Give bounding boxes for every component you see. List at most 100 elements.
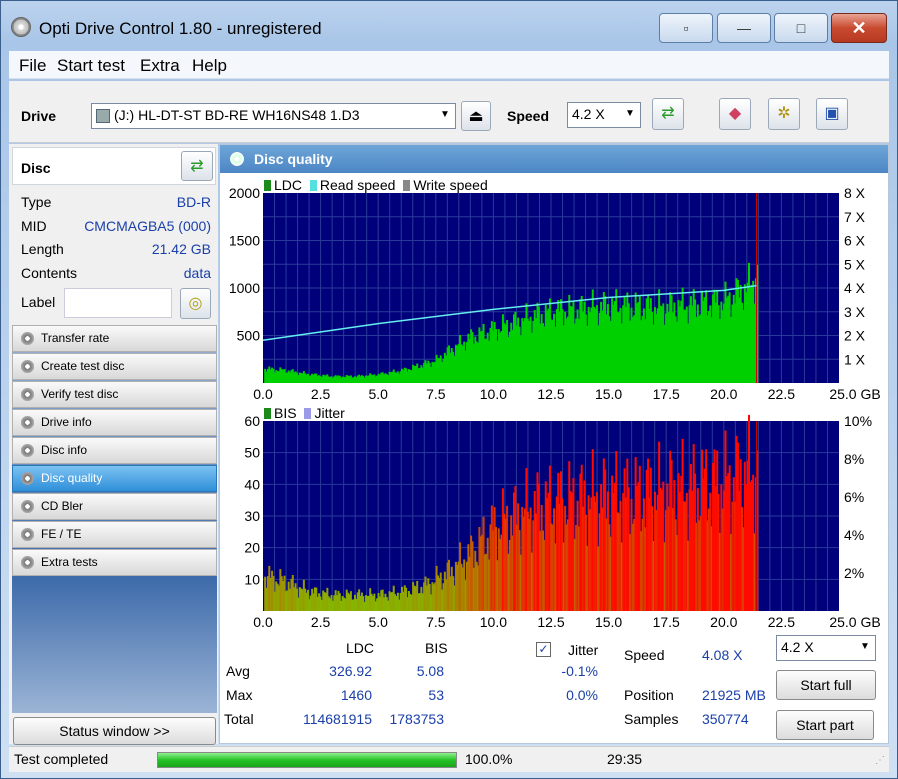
test-speed-value: 4.2 X (781, 639, 814, 655)
jitter-checkbox[interactable]: ✓ (536, 642, 551, 657)
speed-label: Speed (507, 108, 550, 124)
drive-select-value: (J:) HL-DT-ST BD-RE WH16NS48 1.D3 (114, 107, 360, 123)
disc-icon (21, 416, 34, 429)
y2-tick-label: 2 X (844, 328, 866, 344)
x-tick-label: 20.0 (710, 614, 737, 629)
save-button[interactable]: ▣ (816, 98, 848, 130)
stats-avg-bis: 5.08 (416, 663, 444, 679)
eject-button[interactable]: ⏏ (461, 101, 491, 131)
bis-chart: 0.0 2.5 5.0 7.5 10.0 12.5 15.0 17.5 20.0 22.5 25.0… (244, 413, 880, 629)
y-tick-label: 1500 (229, 233, 260, 249)
maximize-button[interactable]: □ (774, 13, 828, 43)
y-tick-label: 50 (244, 445, 260, 461)
disc-icon (21, 360, 34, 373)
info-row-contents: Contents data (21, 265, 211, 281)
disc-icon (21, 332, 34, 345)
x-tick-label: 20.0 (710, 386, 737, 401)
y2-tick-label: 8% (844, 451, 864, 467)
minimize-button[interactable]: — (717, 13, 771, 43)
drive-select[interactable]: (J:) HL-DT-ST BD-RE WH16NS48 1.D3 ▼ (91, 103, 456, 129)
close-button[interactable]: ✕ (831, 13, 887, 43)
nav-item-disc-info[interactable]: Disc info (12, 437, 217, 464)
progress-text: 100.0% (465, 751, 513, 767)
x-tick-label: 15.0 (595, 386, 622, 401)
y2-tick-label: 7 X (844, 209, 866, 225)
status-text: Test completed (14, 751, 109, 767)
stats-max-label: Max (226, 687, 253, 703)
nav-item-create-test-disc[interactable]: Create test disc (12, 353, 217, 380)
x-tick-label: 12.5 (537, 614, 564, 629)
start-full-button[interactable]: Start full (776, 670, 876, 700)
nav-item-disc-quality[interactable]: Disc quality (12, 465, 217, 492)
stats-avg-jitter: -0.1% (561, 663, 598, 679)
disc-label-button[interactable]: ◎ (180, 288, 211, 319)
label-input[interactable] (64, 288, 172, 318)
nav-item-transfer-rate[interactable]: Transfer rate (12, 325, 217, 352)
nav-item-verify-test-disc[interactable]: Verify test disc (12, 381, 217, 408)
nav-item-fe-te[interactable]: FE / TE (12, 521, 217, 548)
disc-app-icon (11, 17, 31, 37)
info-row-mid: MID CMCMAGBA5 (000) (21, 218, 211, 234)
y-tick-label: 500 (237, 328, 261, 344)
position-label: Position (624, 687, 674, 703)
disc-icon (21, 388, 34, 401)
stats-max-ldc: 1460 (340, 687, 372, 703)
disc-icon (21, 528, 34, 541)
nav-item-extra-tests[interactable]: Extra tests (12, 549, 217, 576)
progress-bar (157, 752, 457, 768)
ldc-chart: 0.0 2.5 5.0 7.5 10.0 12.5 15.0 17.5 20.0 22.5 25.0… (229, 185, 881, 401)
x-tick-label: 10.0 (480, 386, 507, 401)
x-tick-label: 15.0 (595, 614, 622, 629)
y2-tick-label: 6 X (844, 233, 866, 249)
position-value: 21925 MB (702, 687, 766, 703)
samples-label: Samples (624, 711, 679, 727)
y2-tick-label: 1 X (844, 351, 866, 367)
stats-header-bis: BIS (425, 640, 448, 656)
stats-header-ldc: LDC (346, 640, 375, 656)
test-speed-select[interactable]: 4.2 X ▼ (776, 635, 876, 661)
erase-button[interactable]: ◆ (719, 98, 751, 130)
disc-quality-icon (230, 152, 244, 166)
chevron-down-icon: ▼ (625, 108, 635, 119)
menu-file[interactable]: File (19, 56, 46, 76)
x-tick-label: 10.0 (480, 614, 507, 629)
y-tick-label: 40 (244, 476, 260, 492)
y2-tick-label: 10% (844, 413, 872, 429)
disc-header: Disc ⇄ (12, 147, 216, 185)
y2-tick-label: 8 X (844, 185, 866, 201)
start-part-button[interactable]: Start part (776, 710, 874, 740)
nav-item-drive-info[interactable]: Drive info (12, 409, 217, 436)
disc-icon (21, 444, 34, 457)
nav-item-cd-bler[interactable]: CD Bler (12, 493, 217, 520)
speed-stat-label: Speed (624, 647, 665, 663)
x-tick-label: 22.5 (768, 614, 795, 629)
y-tick-label: 30 (244, 508, 260, 524)
menu-extra[interactable]: Extra (140, 56, 180, 76)
left-panel: Disc ⇄ Type BD-R MID CMCMAGBA5 (000) Lengt… (9, 144, 218, 745)
menu-help[interactable]: Help (192, 56, 227, 76)
refresh-button[interactable]: ⇄ (652, 98, 684, 130)
stats-total-ldc: 114681915 (302, 711, 372, 727)
x-tick-label: 5.0 (368, 386, 388, 401)
y-tick-label: 10 (244, 571, 260, 587)
x-tick-label: 2.5 (311, 386, 331, 401)
x-tick-label: 5.0 (368, 614, 388, 629)
extra-window-button[interactable]: ▫ (659, 13, 713, 43)
disc-icon (21, 556, 34, 569)
settings-button[interactable]: ✲ (768, 98, 800, 130)
menu-start-test[interactable]: Start test (57, 56, 125, 76)
elapsed-time: 29:35 (607, 751, 643, 767)
menu-bar: File Start test Extra Help (9, 51, 889, 79)
info-row-type: Type BD-R (21, 194, 211, 210)
x-tick-label: 17.5 (653, 386, 680, 401)
speed-select[interactable]: 4.2 X ▼ (567, 102, 641, 128)
disc-icon (21, 500, 34, 513)
y2-tick-label: 2% (844, 565, 864, 581)
nav-panel: Transfer rate Create test disc Verify te… (12, 325, 217, 577)
disc-refresh-button[interactable]: ⇄ (181, 151, 213, 181)
status-window-button[interactable]: Status window >> (13, 717, 216, 745)
stats-max-bis: 53 (428, 687, 444, 703)
y2-tick-label: 4 X (844, 280, 866, 296)
x-tick-label: 0.0 (253, 386, 273, 401)
resize-grip-icon[interactable]: ⋰ (875, 755, 885, 766)
